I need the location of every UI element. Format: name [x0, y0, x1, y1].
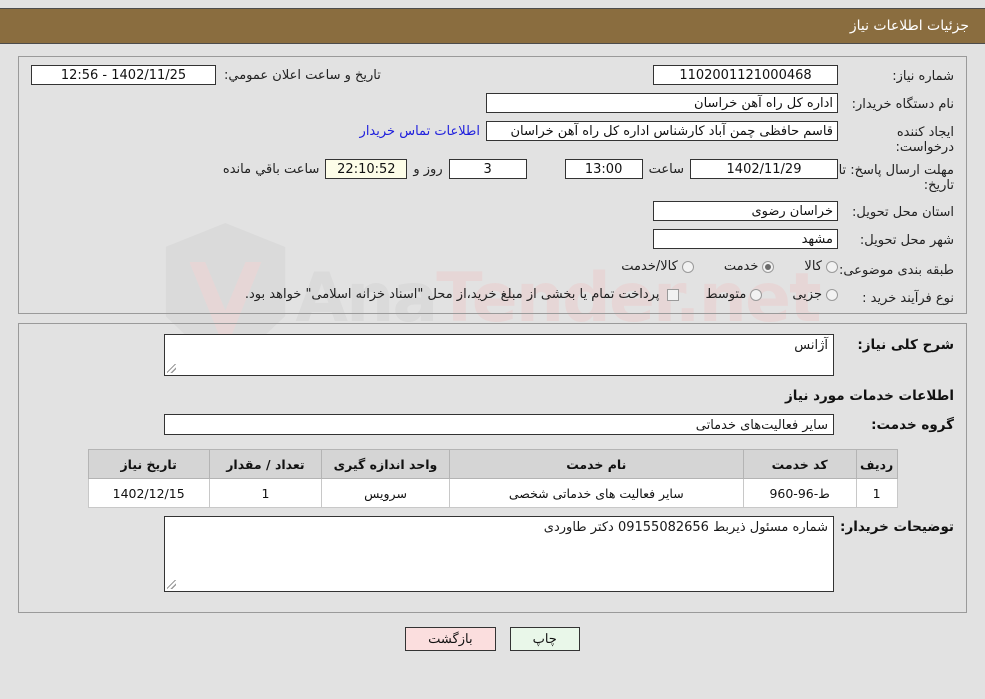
- back-button[interactable]: بازگشت: [405, 627, 496, 651]
- province-value: خراسان رضوی: [653, 201, 838, 221]
- deadline-time-label: ساعت: [648, 161, 684, 177]
- category-option-kala-khedmat[interactable]: کالا/خدمت: [621, 259, 694, 274]
- remaining-days-label: روز و: [413, 161, 443, 177]
- cell-unit: سرویس: [321, 478, 450, 508]
- process-option-motavaset[interactable]: متوسط: [705, 287, 763, 302]
- table-row: 1 ط-96-960 سایر فعالیت های خدماتی شخصی س…: [87, 478, 898, 508]
- deadline-time-value: 13:00: [564, 159, 643, 179]
- process-radio-group: جزیی متوسط: [679, 287, 838, 302]
- payment-note: پرداخت تمام یا بخشی از مبلغ خرید،از محل …: [244, 287, 660, 302]
- cell-name: سایر فعالیت های خدماتی شخصی: [448, 478, 744, 508]
- general-desc-textarea[interactable]: آژانس: [164, 334, 834, 376]
- items-table-wrap: ردیف کد خدمت نام خدمت واحد اندازه گیری ت…: [31, 449, 954, 508]
- th-code: کد خدمت: [742, 449, 857, 479]
- deadline-label: مهلت ارسال پاسخ: تا تاریخ:: [838, 163, 954, 193]
- row-city: شهر محل تحویل: مشهد: [31, 229, 954, 253]
- row-province: استان محل تحویل: خراسان رضوی: [31, 201, 954, 225]
- announce-label: تاریخ و ساعت اعلان عمومي:: [224, 67, 381, 83]
- th-date: تاریخ نیاز: [87, 449, 210, 479]
- service-group-label: گروه خدمت:: [871, 417, 954, 433]
- th-quantity: تعداد / مقدار: [208, 449, 323, 479]
- th-name: نام خدمت: [448, 449, 744, 479]
- need-number-value: 1102001121000468: [653, 65, 838, 85]
- process-option-jozei[interactable]: جزیی: [792, 287, 838, 302]
- city-value: مشهد: [653, 229, 838, 249]
- category-option-kala-khedmat-label: کالا/خدمت: [621, 259, 678, 274]
- radio-icon[interactable]: [681, 260, 694, 273]
- category-option-kala[interactable]: کالا: [804, 259, 838, 274]
- category-label: طبقه بندی موضوعی:: [838, 263, 954, 278]
- province-label: استان محل تحویل:: [852, 205, 954, 220]
- services-info-title: اطلاعات خدمات مورد نیاز: [784, 388, 954, 404]
- payment-checkbox[interactable]: [667, 288, 680, 301]
- row-process-type: نوع فرآیند خرید : جزیی متوسط پرداخت تمام…: [31, 287, 954, 311]
- city-label: شهر محل تحویل:: [859, 233, 954, 248]
- cell-radif: 1: [855, 478, 898, 508]
- buyer-notes-label: توضیحات خریدار:: [840, 519, 954, 535]
- process-option-motavaset-label: متوسط: [705, 287, 747, 302]
- th-radif: ردیف: [855, 449, 898, 479]
- process-label: نوع فرآیند خرید :: [862, 291, 954, 306]
- buyer-org-value: اداره کل راه آهن خراسان: [486, 93, 838, 113]
- general-desc-label: شرح کلی نیاز:: [857, 337, 954, 353]
- row-buyer-notes: توضیحات خریدار: شماره مسئول ذیربط 091550…: [31, 516, 954, 592]
- need-summary-panel: شماره نیاز: 1102001121000468 تاریخ و ساع…: [18, 56, 967, 314]
- buyer-org-label: نام دستگاه خریدار:: [851, 97, 954, 112]
- cell-code: ط-96-960: [742, 478, 857, 508]
- footer-button-bar: چاپ بازگشت: [0, 627, 985, 651]
- service-group-value: سایر فعالیت‌های خدماتی: [164, 414, 834, 435]
- category-option-kala-label: کالا: [804, 259, 822, 274]
- category-option-khedmat[interactable]: خدمت: [724, 259, 775, 274]
- radio-icon[interactable]: [826, 288, 838, 301]
- need-number-label: شماره نیاز:: [892, 69, 954, 84]
- remaining-days-value: 3: [448, 159, 527, 179]
- print-button[interactable]: چاپ: [509, 627, 580, 651]
- creator-label: ایجاد کننده درخواست:: [895, 125, 954, 155]
- row-general-description: شرح کلی نیاز: آژانس: [31, 334, 954, 376]
- radio-icon[interactable]: [750, 288, 763, 301]
- row-buyer-org: نام دستگاه خریدار: اداره کل راه آهن خراس…: [31, 93, 954, 117]
- row-need-number: شماره نیاز: 1102001121000468 تاریخ و ساع…: [31, 65, 954, 89]
- buyer-notes-textarea[interactable]: شماره مسئول ذیربط 09155082656 دکتر طاورد…: [164, 516, 834, 592]
- radio-icon-selected[interactable]: [762, 260, 775, 273]
- th-unit: واحد اندازه گیری: [321, 449, 450, 479]
- cell-quantity: 1: [208, 478, 323, 508]
- page-header: جزئیات اطلاعات نیاز: [0, 8, 985, 44]
- row-category: طبقه بندی موضوعی: کالا خدمت کالا/خدمت: [31, 259, 954, 283]
- buyer-contact-link[interactable]: اطلاعات تماس خریدار: [354, 124, 486, 139]
- radio-icon[interactable]: [826, 260, 838, 273]
- row-deadline: مهلت ارسال پاسخ: تا تاریخ: 1402/11/29 سا…: [31, 159, 954, 193]
- cell-date: 1402/12/15: [87, 478, 210, 508]
- remaining-time-label: ساعت باقي مانده: [222, 161, 320, 177]
- deadline-date-value: 1402/11/29: [690, 159, 838, 179]
- process-option-jozei-label: جزیی: [792, 287, 822, 302]
- table-header-row: ردیف کد خدمت نام خدمت واحد اندازه گیری ت…: [87, 449, 898, 479]
- announce-datetime-value: 1402/11/25 - 12:56: [31, 65, 216, 85]
- category-option-khedmat-label: خدمت: [723, 259, 759, 274]
- category-radio-group: کالا خدمت کالا/خدمت: [595, 259, 838, 274]
- row-service-group: گروه خدمت: سایر فعالیت‌های خدماتی: [31, 414, 954, 435]
- remaining-time-value: 22:10:52: [325, 159, 408, 179]
- creator-value: قاسم حافظی چمن آباد کارشناس اداره کل راه…: [486, 121, 838, 141]
- items-table: ردیف کد خدمت نام خدمت واحد اندازه گیری ت…: [87, 449, 898, 508]
- need-details-panel: شرح کلی نیاز: آژانس اطلاعات خدمات مورد ن…: [18, 323, 967, 613]
- page-title: جزئیات اطلاعات نیاز: [849, 18, 969, 34]
- row-creator: ایجاد کننده درخواست: قاسم حافظی چمن آباد…: [31, 121, 954, 155]
